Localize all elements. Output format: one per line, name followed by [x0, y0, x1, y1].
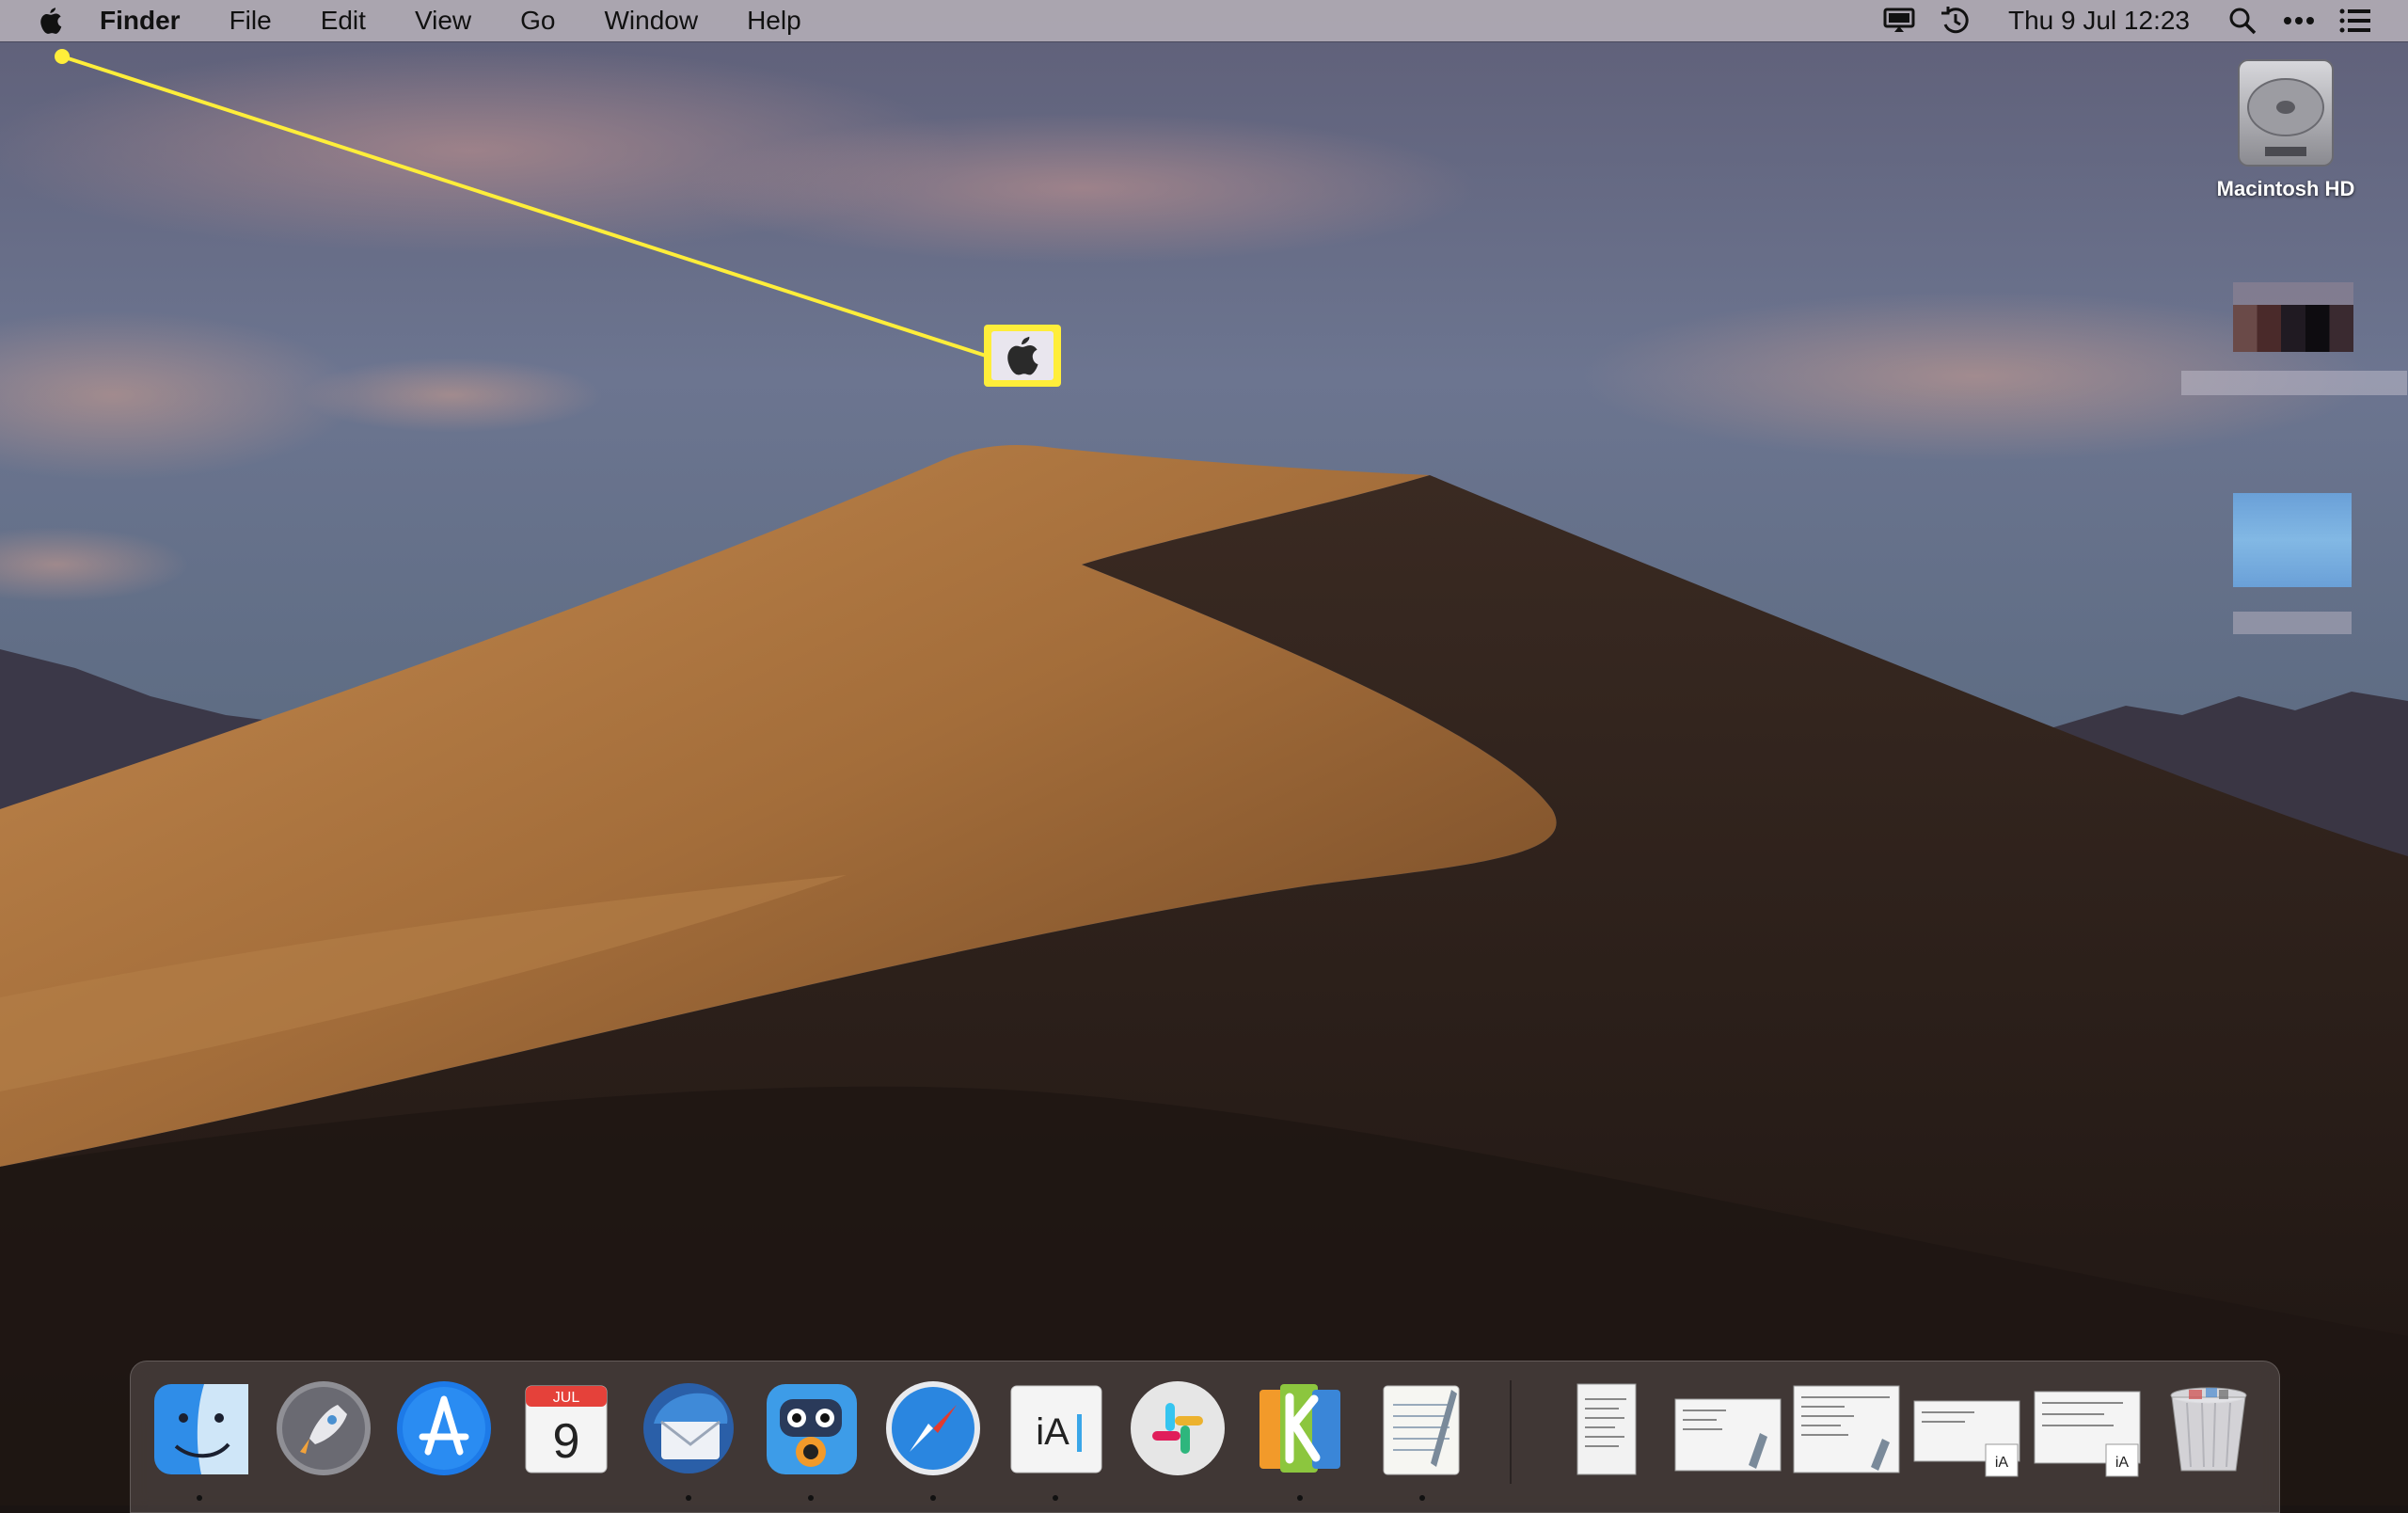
dock-ia-writer[interactable]: iA — [1004, 1377, 1107, 1480]
running-indicator — [1297, 1495, 1303, 1501]
apple-logo-highlight — [984, 325, 1061, 387]
calendar-month: JUL — [553, 1390, 580, 1406]
menu-view[interactable]: View — [390, 0, 496, 41]
ia-writer-icon: iA — [1010, 1385, 1102, 1473]
document-icon: iA — [1913, 1400, 2020, 1477]
calendar-day: 9 — [553, 1414, 580, 1469]
menu-go[interactable]: Go — [496, 0, 579, 41]
tweetbot-icon — [767, 1384, 857, 1474]
svg-text:iA: iA — [2115, 1455, 2130, 1471]
dock: JUL 9 iA iA iA — [130, 1361, 2280, 1513]
dock-app-store[interactable] — [392, 1377, 496, 1480]
svg-text:iA: iA — [1995, 1455, 2009, 1471]
menu-bar-clock[interactable]: Thu 9 Jul 12:23 — [1984, 6, 2214, 36]
dock-finder[interactable] — [150, 1377, 253, 1480]
apple-logo-highlight-inner — [991, 331, 1054, 380]
dock-thunderbird[interactable] — [637, 1377, 740, 1480]
dock-document-2[interactable] — [1670, 1377, 1782, 1480]
dock-calendar[interactable]: JUL 9 — [515, 1377, 618, 1480]
dock-tweetbot[interactable] — [759, 1377, 863, 1480]
running-indicator — [1419, 1495, 1425, 1501]
dock-document-5[interactable]: iA — [2029, 1377, 2141, 1480]
dock-document-3[interactable] — [1788, 1377, 1900, 1480]
app-store-icon — [397, 1381, 491, 1475]
menu-bar-right: Thu 9 Jul 12:23 — [1871, 0, 2408, 41]
control-center-icon[interactable] — [2327, 0, 2384, 41]
safari-icon — [886, 1381, 980, 1475]
callout-line — [55, 49, 987, 358]
dock-safari[interactable] — [881, 1377, 985, 1480]
running-indicator — [1053, 1495, 1058, 1501]
hard-drive-icon — [2238, 59, 2334, 167]
desktop-icon-blurred-1[interactable] — [2181, 282, 2407, 395]
rocket-icon — [277, 1381, 371, 1475]
desktop-icon-macintosh-hd[interactable]: Macintosh HD — [2192, 55, 2380, 201]
more-icon[interactable] — [2271, 0, 2327, 41]
running-indicator — [686, 1495, 691, 1501]
dock-document-4[interactable]: iA — [1909, 1377, 2020, 1480]
menu-window[interactable]: Window — [579, 0, 722, 41]
time-machine-icon[interactable] — [1927, 0, 1984, 41]
apple-menu[interactable] — [23, 0, 79, 41]
app-menu-finder[interactable]: Finder — [79, 0, 205, 41]
running-indicator — [197, 1495, 202, 1501]
slack-icon — [1131, 1381, 1225, 1475]
dock-kanbanier[interactable] — [1248, 1377, 1352, 1480]
dock-trash[interactable] — [2157, 1377, 2260, 1480]
running-indicator — [930, 1495, 936, 1501]
textedit-icon — [1383, 1385, 1460, 1475]
calendar-icon: JUL 9 — [525, 1385, 608, 1473]
desktop-icon-label: Macintosh HD — [2216, 177, 2355, 200]
menu-bar: Finder File Edit View Go Window Help Thu… — [0, 0, 2408, 41]
document-icon — [1674, 1398, 1782, 1472]
dock-separator — [1510, 1380, 1512, 1484]
dock-launchpad[interactable] — [272, 1377, 375, 1480]
svg-text:iA: iA — [1036, 1411, 1069, 1453]
document-icon — [1793, 1385, 1900, 1473]
menu-file[interactable]: File — [205, 0, 296, 41]
dock-document-1[interactable] — [1553, 1377, 1656, 1480]
menu-bar-left: Finder File Edit View Go Window Help — [0, 0, 826, 41]
dock-slack[interactable] — [1126, 1377, 1229, 1480]
finder-icon — [154, 1384, 248, 1474]
dock-textedit[interactable] — [1370, 1377, 1474, 1480]
document-icon — [1576, 1383, 1637, 1475]
kanban-icon — [1259, 1384, 1340, 1473]
running-indicator — [808, 1495, 814, 1501]
thunderbird-icon — [643, 1383, 734, 1473]
display-icon[interactable] — [1871, 0, 1927, 41]
apple-icon — [40, 8, 62, 34]
spotlight-icon[interactable] — [2214, 0, 2271, 41]
menu-edit[interactable]: Edit — [296, 0, 390, 41]
desktop-icon-blurred-2[interactable] — [2233, 493, 2352, 644]
trash-icon — [2170, 1387, 2247, 1472]
apple-icon — [1007, 336, 1038, 375]
menu-help[interactable]: Help — [722, 0, 826, 41]
document-icon: iA — [2034, 1391, 2141, 1477]
